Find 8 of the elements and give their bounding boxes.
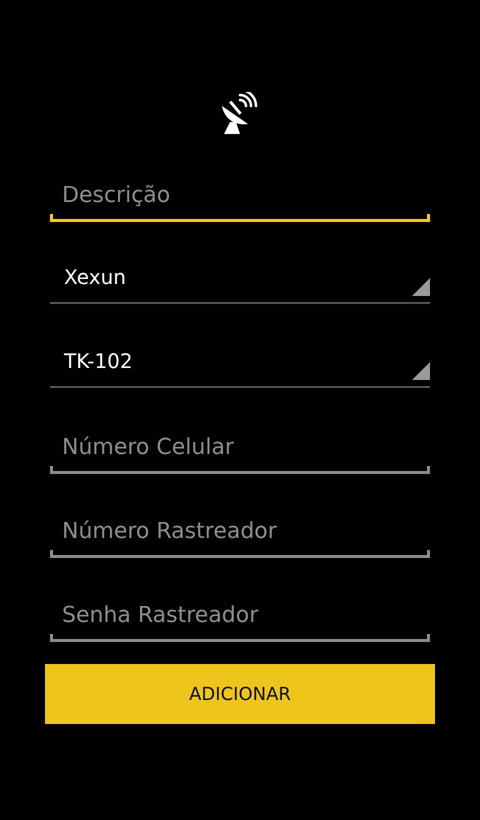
dropdown-triangle-icon bbox=[412, 278, 430, 296]
dropdown-field[interactable]: TK-102 bbox=[50, 340, 430, 388]
satellite-dish-icon bbox=[220, 92, 260, 136]
add-button[interactable]: ADICIONAR bbox=[45, 664, 435, 724]
dropdown-triangle-icon bbox=[412, 362, 430, 380]
dropdown-field[interactable]: Xexun bbox=[50, 256, 430, 304]
dropdown-value: TK-102 bbox=[64, 349, 133, 375]
dropdown-value: Xexun bbox=[64, 265, 126, 291]
